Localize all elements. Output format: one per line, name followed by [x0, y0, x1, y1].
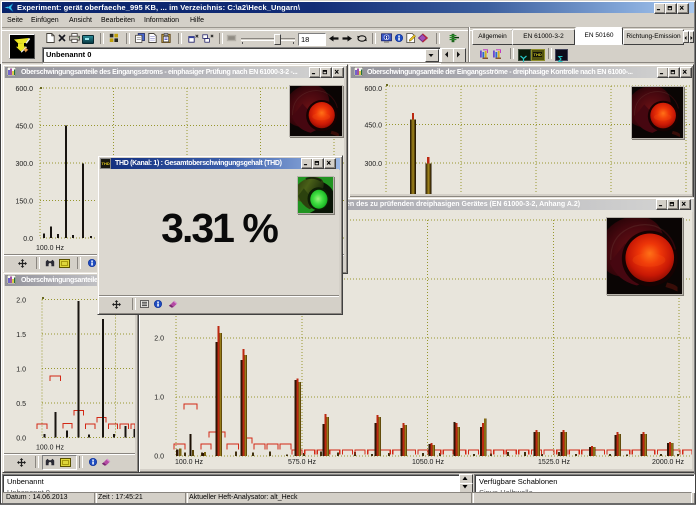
svg-text:100.0 Hz: 100.0 Hz	[36, 245, 65, 252]
svg-text:100.0 Hz: 100.0 Hz	[175, 459, 204, 466]
svg-text:1.5: 1.5	[16, 332, 26, 339]
svg-text:300.0: 300.0	[15, 161, 33, 168]
svg-text:2.0: 2.0	[154, 336, 164, 343]
svg-text:2.0: 2.0	[16, 298, 26, 305]
svg-text:0.5: 0.5	[16, 401, 26, 408]
svg-text:600.0: 600.0	[364, 86, 382, 93]
svg-text:2000.0 Hz: 2000.0 Hz	[652, 459, 684, 466]
svg-text:575.0 Hz: 575.0 Hz	[288, 459, 317, 466]
svg-text:100.0 Hz: 100.0 Hz	[36, 445, 65, 452]
svg-text:1050.0 Hz: 1050.0 Hz	[412, 459, 444, 466]
svg-text:0.0: 0.0	[154, 454, 164, 461]
svg-text:450.0: 450.0	[15, 124, 33, 131]
svg-text:450.0: 450.0	[364, 123, 382, 130]
svg-text:300.0: 300.0	[364, 161, 382, 168]
svg-text:1.0: 1.0	[154, 395, 164, 402]
svg-text:0.0: 0.0	[23, 236, 33, 243]
svg-text:1525.0 Hz: 1525.0 Hz	[538, 459, 570, 466]
svg-text:600.0: 600.0	[15, 86, 33, 93]
svg-text:150.0: 150.0	[15, 199, 33, 206]
svg-text:0.0: 0.0	[16, 436, 26, 443]
svg-text:1.0: 1.0	[16, 367, 26, 374]
